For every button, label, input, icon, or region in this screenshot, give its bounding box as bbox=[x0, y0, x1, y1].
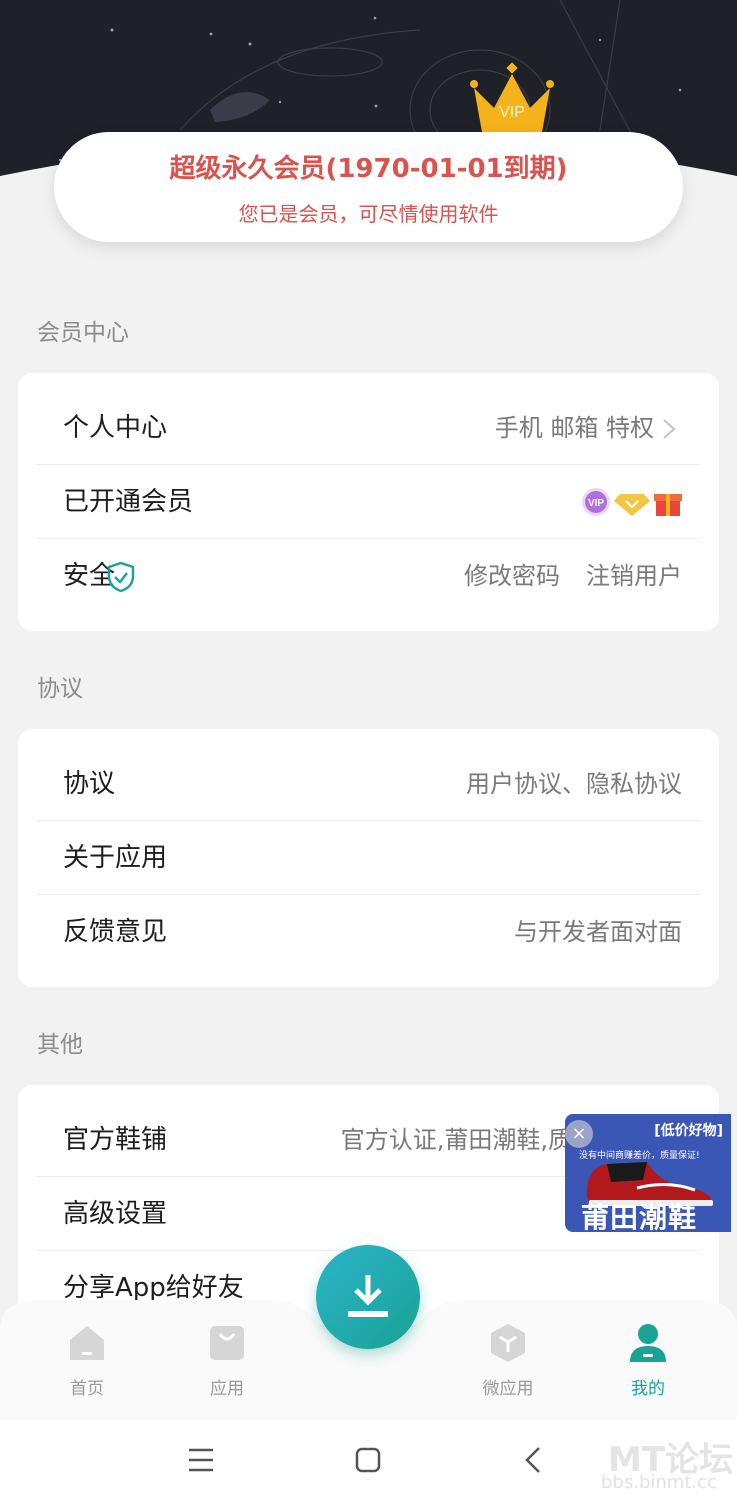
nav-label: 应用 bbox=[210, 1379, 244, 1399]
row-label: 反馈意见 bbox=[63, 917, 168, 947]
ad-title: 莆田潮鞋 bbox=[581, 1201, 698, 1232]
row-label: 已开通会员 bbox=[63, 487, 194, 517]
row-activated-membership[interactable]: 已开通会员 VIP bbox=[37, 465, 700, 539]
cube-icon bbox=[491, 1324, 525, 1362]
user-icon bbox=[630, 1324, 666, 1362]
download-fab-button[interactable] bbox=[316, 1245, 420, 1349]
nav-apps[interactable]: 应用 bbox=[177, 1322, 277, 1399]
vip-badge-icon: VIP bbox=[582, 488, 610, 516]
change-password-link[interactable]: 修改密码 bbox=[464, 539, 560, 613]
member-card: 个人中心 手机 邮箱 特权 已开通会员 VIP 安全 修改密码 注销用户 bbox=[18, 373, 719, 631]
row-label: 个人中心 bbox=[63, 413, 168, 443]
watermark-url: bbs.binmt.cc bbox=[601, 1472, 717, 1493]
shield-check-icon bbox=[107, 561, 135, 593]
membership-badges: VIP bbox=[582, 488, 682, 516]
section-title-member: 会员中心 bbox=[37, 320, 129, 346]
back-icon[interactable] bbox=[514, 1442, 554, 1478]
nav-label: 首页 bbox=[70, 1379, 104, 1399]
row-personal-center[interactable]: 个人中心 手机 邮箱 特权 bbox=[37, 391, 700, 465]
home-square-icon[interactable] bbox=[348, 1442, 388, 1478]
vip-title: 超级永久会员(1970-01-01到期) bbox=[169, 154, 568, 184]
row-value: 与开发者面对面 bbox=[514, 918, 682, 946]
chevron-right-icon bbox=[663, 419, 676, 439]
row-label: 关于应用 bbox=[63, 843, 168, 873]
diamond-icon bbox=[614, 494, 650, 516]
nav-mini-apps[interactable]: 微应用 bbox=[458, 1322, 558, 1399]
row-label: 官方鞋铺 bbox=[63, 1125, 168, 1155]
row-security[interactable]: 安全 修改密码 注销用户 bbox=[37, 539, 700, 613]
ad-tag: [低价好物] bbox=[654, 1123, 723, 1139]
deactivate-user-link[interactable]: 注销用户 bbox=[586, 539, 682, 613]
row-label: 协议 bbox=[63, 769, 116, 799]
row-feedback[interactable]: 反馈意见 与开发者面对面 bbox=[37, 895, 700, 969]
section-title-agreement: 协议 bbox=[37, 676, 83, 702]
gift-icon bbox=[654, 494, 682, 516]
agreement-card: 协议 用户协议、隐私协议 关于应用 反馈意见 与开发者面对面 bbox=[18, 729, 719, 987]
vip-subtitle: 您已是会员，可尽情使用软件 bbox=[238, 202, 499, 226]
vip-crown-icon: VIP bbox=[470, 62, 554, 132]
menu-icon[interactable] bbox=[181, 1442, 221, 1478]
row-agreement[interactable]: 协议 用户协议、隐私协议 bbox=[37, 747, 700, 821]
nav-mine[interactable]: 我的 bbox=[598, 1322, 698, 1399]
nav-home[interactable]: 首页 bbox=[37, 1322, 137, 1399]
row-label: 高级设置 bbox=[63, 1199, 168, 1229]
home-icon bbox=[70, 1326, 104, 1360]
vip-status-card[interactable]: 超级永久会员(1970-01-01到期) 您已是会员，可尽情使用软件 bbox=[54, 132, 683, 242]
download-icon bbox=[348, 1275, 388, 1317]
row-about-app[interactable]: 关于应用 bbox=[37, 821, 700, 895]
svg-text:VIP: VIP bbox=[588, 498, 604, 509]
row-value: 官方认证,莆田潮鞋,质 bbox=[340, 1126, 572, 1154]
row-value: 用户协议、隐私协议 bbox=[466, 770, 682, 798]
row-value: 手机 邮箱 特权 bbox=[494, 414, 654, 442]
bag-icon bbox=[210, 1326, 244, 1360]
nav-label: 我的 bbox=[631, 1379, 665, 1399]
nav-label: 微应用 bbox=[482, 1379, 534, 1399]
ad-close-button[interactable]: × bbox=[565, 1120, 593, 1148]
section-title-other: 其他 bbox=[37, 1032, 83, 1058]
crown-label: VIP bbox=[499, 104, 525, 121]
